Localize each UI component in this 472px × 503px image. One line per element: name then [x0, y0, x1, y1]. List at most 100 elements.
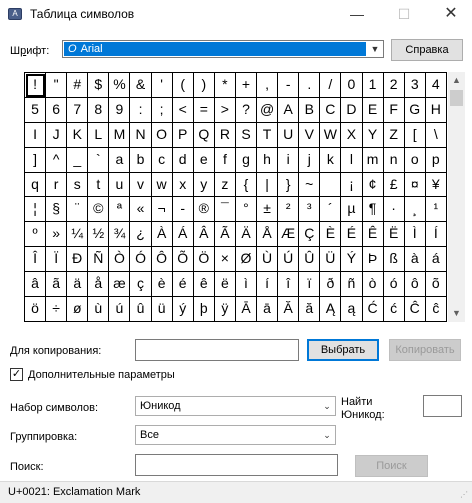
character-cell[interactable]: g [235, 147, 258, 173]
character-cell[interactable]: W [320, 122, 342, 148]
character-cell[interactable]: ´ [320, 197, 342, 223]
character-cell[interactable]: » [46, 222, 68, 248]
character-cell[interactable]: _ [67, 147, 89, 173]
character-cell[interactable]: X [341, 122, 363, 148]
character-cell[interactable]: Ý [341, 247, 363, 273]
character-cell[interactable]: £ [383, 172, 405, 198]
character-cell[interactable]: ° [235, 197, 258, 223]
character-cell[interactable]: F [383, 97, 405, 123]
character-cell[interactable]: ¤ [404, 172, 426, 198]
character-cell[interactable]: Ć [362, 297, 384, 322]
character-cell[interactable]: Ê [362, 222, 384, 248]
character-cell[interactable]: m [362, 147, 384, 173]
grouping-select[interactable]: Все ⌄ [135, 425, 336, 445]
character-cell[interactable]: ú [109, 297, 131, 322]
character-cell[interactable]: p [425, 147, 447, 173]
character-cell[interactable]: ± [257, 197, 279, 223]
character-cell[interactable]: ù [88, 297, 110, 322]
character-cell[interactable]: < [172, 97, 194, 123]
character-cell[interactable]: c [151, 147, 173, 173]
character-cell[interactable]: - [172, 197, 194, 223]
character-cell[interactable]: , [257, 73, 279, 98]
character-cell[interactable]: * [214, 73, 236, 98]
character-cell[interactable]: x [172, 172, 194, 198]
character-cell[interactable]: ¡ [341, 172, 363, 198]
character-cell[interactable]: ¢ [362, 172, 384, 198]
character-cell[interactable]: æ [109, 272, 131, 298]
character-cell[interactable]: . [299, 73, 321, 98]
character-cell[interactable]: ì [235, 272, 258, 298]
character-cell[interactable]: ü [151, 297, 173, 322]
character-cell[interactable]: Î [25, 247, 47, 273]
character-cell[interactable]: 8 [88, 97, 110, 123]
character-cell[interactable]: À [151, 222, 173, 248]
character-grid[interactable]: ! " # $% & '() * +, -./0 1 2 3 4 5 6 7 8 9:; < = >? @ A B C D E F G H… [24, 72, 447, 322]
character-cell[interactable]: Ú [278, 247, 300, 273]
character-cell[interactable]: r [46, 172, 68, 198]
character-cell[interactable]: q [25, 172, 47, 198]
character-cell[interactable]: 5 [25, 97, 47, 123]
character-cell[interactable]: í [257, 272, 279, 298]
character-cell[interactable]: Ù [257, 247, 279, 273]
character-cell[interactable]: B [299, 97, 321, 123]
character-cell[interactable]: Ç [299, 222, 321, 248]
character-cell[interactable]: û [130, 297, 152, 322]
character-cell[interactable]: ¬ [151, 197, 173, 223]
character-cell[interactable]: ą [341, 297, 363, 322]
character-cell[interactable]: × [214, 247, 236, 273]
maximize-button[interactable]: ☐ [381, 0, 427, 30]
character-cell[interactable]: ; [151, 97, 173, 123]
character-cell[interactable]: ¯ [214, 197, 236, 223]
character-cell[interactable]: o [404, 147, 426, 173]
character-cell[interactable]: ¥ [425, 172, 447, 198]
character-cell[interactable]: V [299, 122, 321, 148]
character-cell[interactable]: ¹ [425, 197, 447, 223]
character-cell[interactable]: # [67, 73, 89, 98]
character-cell[interactable]: ³ [299, 197, 321, 223]
character-cell[interactable]: ö [25, 297, 47, 322]
scroll-thumb[interactable] [450, 90, 463, 106]
character-cell[interactable]: i [278, 147, 300, 173]
character-cell[interactable]: à [404, 247, 426, 273]
character-cell[interactable]: K [67, 122, 89, 148]
character-cell[interactable]: s [67, 172, 89, 198]
character-cell[interactable]: ² [278, 197, 300, 223]
character-cell[interactable]: Ø [235, 247, 258, 273]
character-cell[interactable]: ÷ [46, 297, 68, 322]
search-input[interactable] [135, 454, 338, 476]
character-cell[interactable]: ~ [299, 172, 321, 198]
character-cell[interactable]: ½ [88, 222, 110, 248]
copy-button[interactable]: Копировать [389, 339, 461, 361]
character-cell[interactable]: ä [67, 272, 89, 298]
character-cell[interactable]: Ì [404, 222, 426, 248]
chevron-down-icon[interactable]: ▼ [367, 41, 383, 57]
character-cell[interactable]: } [278, 172, 300, 198]
character-cell[interactable]: % [109, 73, 131, 98]
advanced-checkbox[interactable]: ✓ [10, 368, 23, 381]
character-cell[interactable]: d [172, 147, 194, 173]
character-cell[interactable]: ÿ [214, 297, 236, 322]
character-cell[interactable]: S [235, 122, 258, 148]
character-cell[interactable]: ë [214, 272, 236, 298]
character-cell[interactable]: õ [425, 272, 447, 298]
character-cell[interactable]: ) [193, 73, 215, 98]
character-cell[interactable]: Ë [383, 222, 405, 248]
character-cell[interactable]: ` [88, 147, 110, 173]
character-cell[interactable]: C [320, 97, 342, 123]
character-cell[interactable]: 4 [425, 73, 447, 98]
character-cell[interactable]: L [88, 122, 110, 148]
character-cell[interactable]: Ï [46, 247, 68, 273]
character-cell[interactable]: z [214, 172, 236, 198]
character-cell[interactable]: ĉ [425, 297, 447, 322]
character-cell[interactable]: - [278, 73, 300, 98]
character-cell[interactable]: " [46, 73, 68, 98]
character-cell[interactable]: ^ [46, 147, 68, 173]
character-cell[interactable]: ( [172, 73, 194, 98]
character-cell[interactable]: 1 [362, 73, 384, 98]
character-cell[interactable]: Õ [172, 247, 194, 273]
character-cell[interactable]: ï [299, 272, 321, 298]
character-cell[interactable]: I [25, 122, 47, 148]
character-cell[interactable]: Ñ [88, 247, 110, 273]
character-cell[interactable]: N [130, 122, 152, 148]
character-cell[interactable]: @ [257, 97, 279, 123]
